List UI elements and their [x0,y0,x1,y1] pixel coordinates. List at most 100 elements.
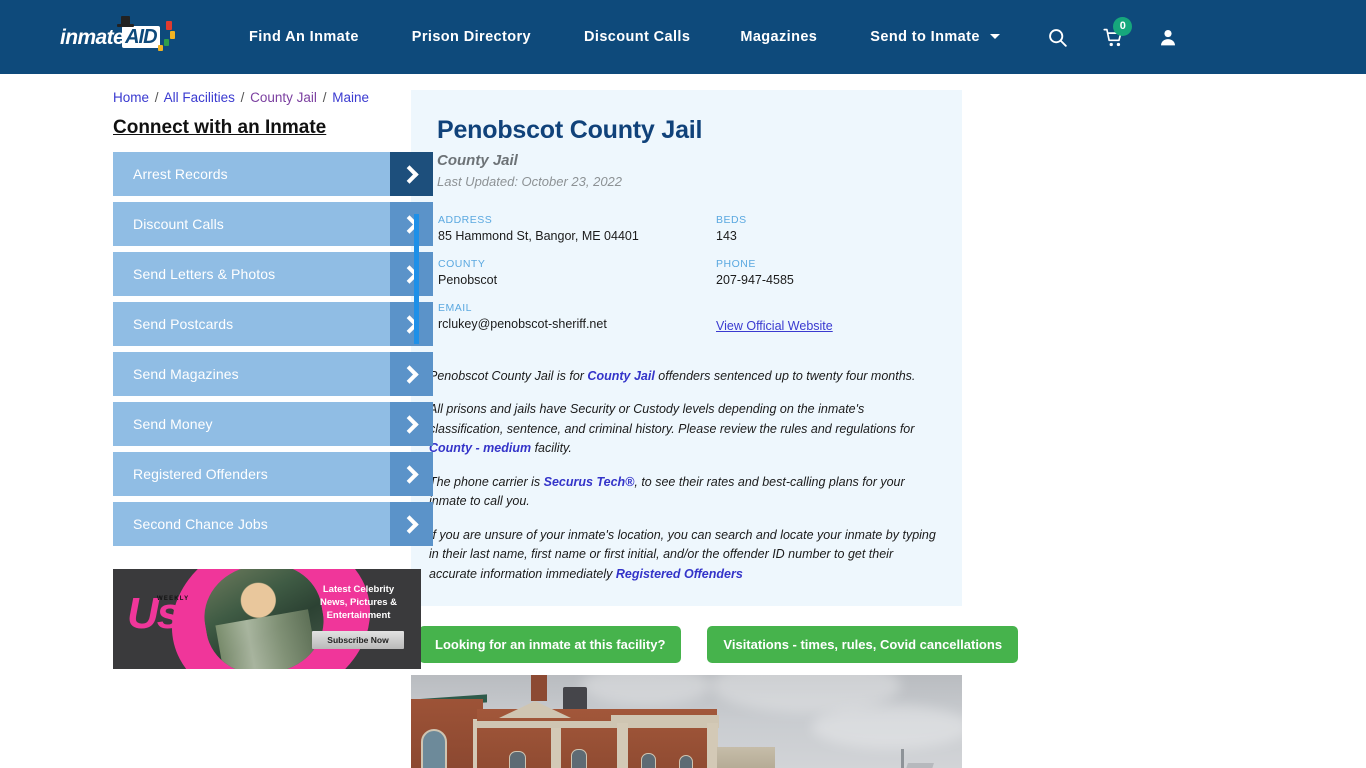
ad-subscribe-button[interactable]: Subscribe Now [312,631,404,649]
ad-line-3: Entertainment [326,610,391,621]
sidebar-item-arrest-records[interactable]: Arrest Records [113,152,433,196]
detail-value: 143 [716,228,737,243]
confetti-icon [170,31,175,39]
breadcrumb-separator: / [322,90,327,105]
facility-header: Penobscot County Jail County Jail Last U… [411,116,962,189]
nav-item-send-to-inmate-label: Send to Inmate [870,29,980,45]
ad-brand-sub: WEEKLY [157,596,190,602]
sidebar-item-label: Second Chance Jobs [133,516,268,532]
detail-label: BEDS [716,213,747,226]
official-website-wrap: View Official Website [716,302,962,335]
site-header: inmate AID Find An Inmate Prison Directo… [0,0,1366,74]
building-right-wing [717,747,775,768]
nav-item-send-to-inmate[interactable]: Send to Inmate [870,23,1001,51]
nav-item-discount-calls[interactable]: Discount Calls [584,23,690,51]
breadcrumb-item-home[interactable]: Home [113,90,149,105]
chevron-down-icon [990,34,1001,39]
accent-bar [414,213,419,344]
sidebar-heading: Connect with an Inmate [113,117,327,138]
sidebar-item-label: Arrest Records [133,166,228,182]
chevron-right-icon [390,352,433,396]
ad-copy: Latest Celebrity News, Pictures & Entert… [300,583,417,649]
securus-tech-link[interactable]: Securus Tech® [544,475,635,489]
facility-info-panel: Penobscot County Jail County Jail Last U… [411,90,962,607]
main-navigation: Find An Inmate Prison Directory Discount… [249,23,1001,51]
nav-item-magazines[interactable]: Magazines [740,23,817,51]
chevron-right-icon [390,452,433,496]
nav-item-prison-directory[interactable]: Prison Directory [412,23,531,51]
view-official-website-link[interactable]: View Official Website [716,319,833,333]
cart-count-badge: 0 [1113,16,1133,36]
ad-line-1: Latest Celebrity [322,584,395,595]
sidebar-item-send-letters-photos[interactable]: Send Letters & Photos [113,252,433,296]
window [509,751,526,768]
sidebar-item-label: Send Magazines [133,366,239,382]
chimney [531,675,547,702]
detail-label: PHONE [716,257,756,270]
ad-line-2: News, Pictures & [319,597,398,608]
nav-item-find-an-inmate[interactable]: Find An Inmate [249,23,359,51]
breadcrumb-item-all-facilities[interactable]: All Facilities [164,90,235,105]
advertisement-banner[interactable]: Us WEEKLY Latest Celebrity News, Picture… [113,569,421,669]
detail-address: ADDRESS 85 Hammond St, Bangor, ME 04401 [438,214,716,243]
detail-label: EMAIL [438,301,473,314]
shopping-cart-icon[interactable]: 0 [1102,16,1133,48]
paragraph-1: Penobscot County Jail is for County Jail… [429,367,936,387]
registered-offenders-link[interactable]: Registered Offenders [616,567,743,581]
left-column: Home / All Facilities / County Jail / Ma… [0,90,433,768]
breadcrumb-item-county-jail[interactable]: County Jail [250,90,317,105]
p2-text-b: facility. [531,441,572,456]
action-button-row: Looking for an inmate at this facility? … [411,620,1019,676]
page-title: Penobscot County Jail [437,116,703,144]
paragraph-4: If you are unsure of your inmate's locat… [429,526,936,585]
arched-window [421,729,447,768]
detail-value: Penobscot [438,272,498,287]
chevron-right-icon [390,152,433,196]
sidebar-item-send-postcards[interactable]: Send Postcards [113,302,433,346]
detail-beds: BEDS 143 [716,214,962,243]
p1-text-b: offenders sentenced up to twenty four mo… [654,368,916,383]
logo-text: inmate [60,25,125,49]
facility-description: Penobscot County Jail is for County Jail… [411,367,962,585]
breadcrumb: Home / All Facilities / County Jail / Ma… [113,90,369,105]
window [679,755,693,768]
p3-text-a: The phone carrier is [429,474,544,489]
header-icon-group: 0 [1047,16,1178,48]
last-updated: Last Updated: October 23, 2022 [437,173,623,189]
detail-county: COUNTY Penobscot [438,258,716,287]
facility-type: County Jail [437,151,518,169]
detail-phone: PHONE 207-947-4585 [716,258,962,287]
sidebar-item-send-magazines[interactable]: Send Magazines [113,352,433,396]
utility-pole [901,749,904,768]
find-inmate-button[interactable]: Looking for an inmate at this facility? [419,626,682,664]
search-icon[interactable] [1047,27,1068,48]
logo-badge: AID [122,26,160,48]
paragraph-2: All prisons and jails have Security or C… [429,400,936,459]
paragraph-3: The phone carrier is Securus Tech®, to s… [429,473,936,512]
detail-value: rclukey@penobscot-sheriff.net [438,316,607,331]
confetti-icon [158,45,163,51]
breadcrumb-item-maine[interactable]: Maine [332,90,369,105]
p2-text-a: All prisons and jails have Security or C… [429,402,915,436]
top-hat-icon [117,14,134,27]
sidebar-item-registered-offenders[interactable]: Registered Offenders [113,452,433,496]
window [571,749,587,768]
sidebar-item-send-money[interactable]: Send Money [113,402,433,446]
main-column: Penobscot County Jail County Jail Last U… [411,90,1019,768]
sidebar-item-label: Discount Calls [133,216,224,232]
sidebar-item-label: Send Postcards [133,316,234,332]
sidebar-item-label: Registered Offenders [133,466,268,482]
detail-value: 85 Hammond St, Bangor, ME 04401 [438,228,639,243]
user-account-icon[interactable] [1158,27,1178,48]
visitations-button[interactable]: Visitations - times, rules, Covid cancel… [707,626,1019,664]
county-jail-link[interactable]: County Jail [587,369,654,383]
county-medium-link[interactable]: County - medium [429,441,531,455]
window [641,753,656,768]
sidebar-item-discount-calls[interactable]: Discount Calls [113,202,433,246]
roof-edge [904,763,934,768]
p1-text-a: Penobscot County Jail is for [429,368,588,383]
sidebar-item-second-chance-jobs[interactable]: Second Chance Jobs [113,502,433,546]
site-logo[interactable]: inmate AID [60,14,192,57]
breadcrumb-separator: / [240,90,245,105]
sidebar-item-label: Send Money [133,416,213,432]
